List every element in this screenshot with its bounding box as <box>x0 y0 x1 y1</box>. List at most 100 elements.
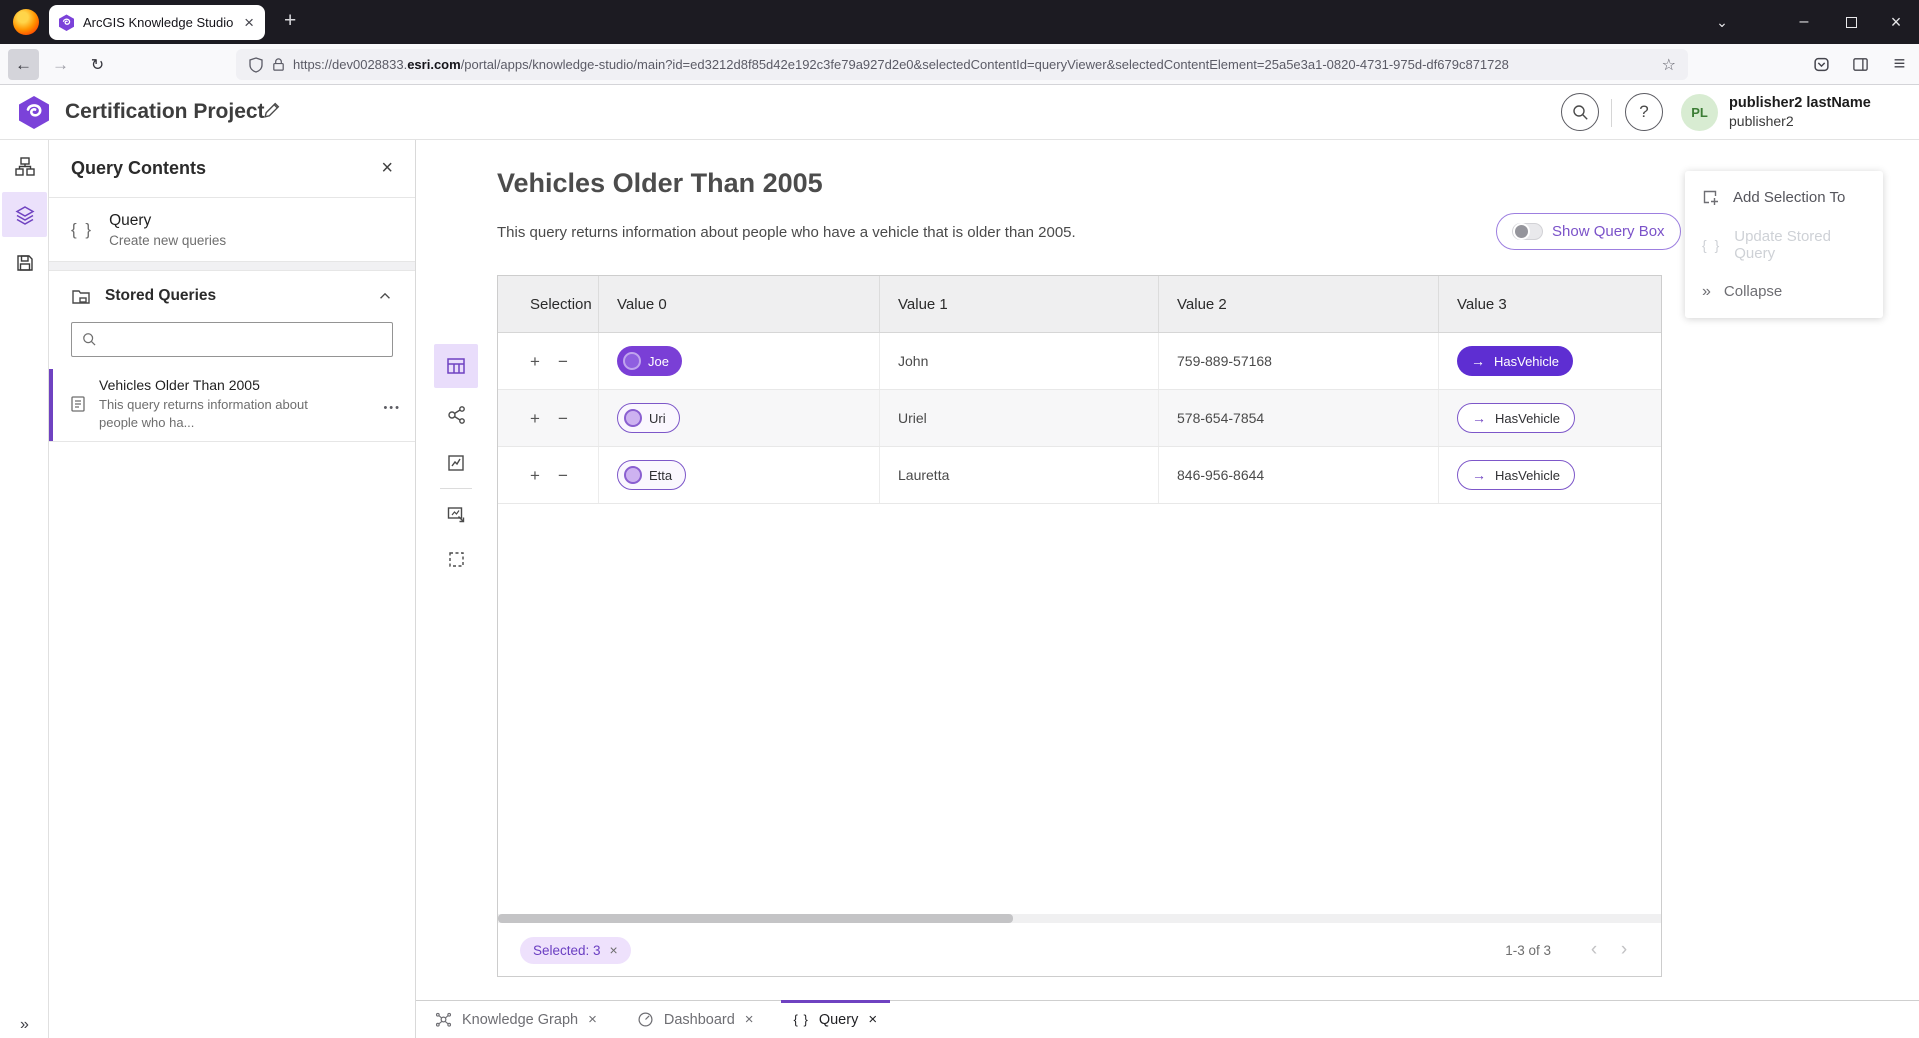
table-header-row: Selection Value 0 Value 1 Value 2 Value … <box>498 276 1661 333</box>
menu-item-collapse[interactable]: » Collapse <box>1685 268 1883 315</box>
tab-dashboard[interactable]: Dashboard × <box>624 1001 767 1038</box>
url-field[interactable]: https://dev0028833.esri.com/portal/apps/… <box>236 49 1688 80</box>
project-title: Certification Project <box>65 100 265 124</box>
window-close-button[interactable]: × <box>1873 0 1919 44</box>
panel-close-icon[interactable]: × <box>381 157 393 180</box>
pocket-icon[interactable] <box>1806 49 1837 80</box>
tab-knowledge-graph[interactable]: Knowledge Graph × <box>422 1001 610 1038</box>
link-chart-view-icon <box>446 405 466 425</box>
page-description: This query returns information about peo… <box>497 224 1076 241</box>
map-view-icon <box>446 504 466 524</box>
tab-query[interactable]: { } Query × <box>781 1001 891 1038</box>
firefox-logo-icon <box>13 9 39 35</box>
minimize-button[interactable]: – <box>1781 0 1827 44</box>
help-button[interactable]: ? <box>1625 93 1663 131</box>
table-footer: Selected: 3 × 1-3 of 3 ‹ › <box>498 924 1661 976</box>
browser-tab[interactable]: ArcGIS Knowledge Studio × <box>49 5 265 40</box>
new-tab-button[interactable]: + <box>284 10 296 32</box>
item-options-icon[interactable]: ••• <box>383 402 401 414</box>
dashboard-gauge-icon <box>637 1011 654 1028</box>
tab-close-icon[interactable]: × <box>242 14 256 31</box>
results-table: Selection Value 0 Value 1 Value 2 Value … <box>497 275 1662 977</box>
relationship-chip[interactable]: → HasVehicle <box>1457 346 1573 376</box>
pagination-range: 1-3 of 3 <box>1505 943 1551 958</box>
cell-value: Uriel <box>898 410 927 426</box>
search-button[interactable] <box>1561 93 1599 131</box>
relationship-arrow-icon: → <box>1472 467 1486 483</box>
search-input[interactable] <box>105 332 382 348</box>
browser-menu-icon[interactable]: ≡ <box>1884 49 1915 80</box>
browser-urlbar: ← → ↻ https://dev0028833.esri.com/portal… <box>0 44 1919 85</box>
query-actions-menu: Add Selection To { } Update Stored Query… <box>1685 171 1883 318</box>
entity-chip[interactable]: Etta <box>617 460 686 490</box>
add-to-selection-button[interactable]: + <box>530 467 540 484</box>
next-page-icon[interactable]: › <box>1609 939 1639 961</box>
remove-from-selection-button[interactable]: − <box>558 410 568 427</box>
new-query-item[interactable]: { } Query Create new queries <box>49 198 415 262</box>
close-tab-icon[interactable]: × <box>588 1011 597 1028</box>
cell-value: Lauretta <box>898 467 949 483</box>
link-chart-view-button[interactable] <box>434 393 478 437</box>
sidebar-item-data-model[interactable] <box>2 143 47 188</box>
table-row: + − Joe John 759-889-57168 → HasVehicle <box>498 333 1661 390</box>
table-view-button[interactable] <box>434 344 478 388</box>
close-tab-icon[interactable]: × <box>745 1011 754 1028</box>
show-query-box-toggle[interactable]: Show Query Box <box>1496 213 1681 250</box>
bookmark-star-icon[interactable]: ☆ <box>1662 55 1676 75</box>
menu-item-add-selection-to[interactable]: Add Selection To <box>1685 174 1883 221</box>
stored-queries-title: Stored Queries <box>105 287 377 305</box>
clear-selection-icon[interactable]: × <box>610 942 618 958</box>
entity-chip[interactable]: Joe <box>617 346 682 376</box>
entity-dot-icon <box>624 466 642 484</box>
maximize-button[interactable] <box>1828 0 1874 44</box>
relationship-chip[interactable]: → HasVehicle <box>1457 460 1575 490</box>
search-icon <box>1572 104 1589 121</box>
add-to-selection-button[interactable]: + <box>530 410 540 427</box>
previous-page-icon[interactable]: ‹ <box>1579 939 1609 961</box>
avatar[interactable]: PL <box>1681 94 1718 131</box>
add-to-selection-button[interactable]: + <box>530 353 540 370</box>
shield-icon <box>248 57 264 73</box>
show-query-box-label: Show Query Box <box>1552 223 1665 240</box>
pagination: 1-3 of 3 ‹ › <box>1505 939 1639 961</box>
toggle-track[interactable] <box>1512 223 1543 240</box>
query-item-title: Query <box>109 212 226 230</box>
remove-from-selection-button[interactable]: − <box>558 353 568 370</box>
search-icon <box>82 332 97 347</box>
stored-query-doc-icon <box>69 395 87 413</box>
forward-button[interactable]: → <box>45 49 76 80</box>
column-header-value3: Value 3 <box>1438 276 1661 332</box>
scrollbar-thumb[interactable] <box>498 914 1013 923</box>
entity-chip[interactable]: Uri <box>617 403 680 433</box>
selection-tool-button[interactable] <box>434 537 478 581</box>
table-row: + − Uri Uriel 578-654-7854 → HasVehicle <box>498 390 1661 447</box>
app-header: Certification Project ? PL publisher2 la… <box>0 85 1919 140</box>
sidebar-item-contents[interactable] <box>2 192 47 237</box>
knowledge-graph-icon <box>435 1011 452 1028</box>
page-title: Vehicles Older Than 2005 <box>497 168 823 199</box>
back-button[interactable]: ← <box>8 49 39 80</box>
stored-query-item[interactable]: Vehicles Older Than 2005 This query retu… <box>49 369 415 442</box>
braces-icon: { } <box>1702 237 1721 253</box>
edit-title-button[interactable] <box>262 101 281 120</box>
stored-queries-header[interactable]: Stored Queries <box>49 271 415 320</box>
panel-title: Query Contents <box>71 158 381 179</box>
remove-from-selection-button[interactable]: − <box>558 467 568 484</box>
cell-value: 759-889-57168 <box>1177 353 1272 369</box>
map-view-button[interactable] <box>434 492 478 536</box>
expand-rail-button[interactable]: » <box>0 1016 49 1034</box>
stored-queries-search[interactable] <box>71 322 393 357</box>
selected-count-chip: Selected: 3 × <box>520 937 631 964</box>
relationship-arrow-icon: → <box>1471 353 1485 369</box>
relationship-chip[interactable]: → HasVehicle <box>1457 403 1575 433</box>
chevron-up-icon[interactable] <box>377 288 393 304</box>
close-tab-icon[interactable]: × <box>868 1011 877 1028</box>
chart-view-button[interactable] <box>434 441 478 485</box>
bottom-tab-bar: Knowledge Graph × Dashboard × { } Query … <box>416 1000 1919 1038</box>
stored-query-title: Vehicles Older Than 2005 <box>99 377 308 393</box>
sidebar-toggle-icon[interactable] <box>1845 49 1876 80</box>
sidebar-item-save[interactable] <box>2 240 47 285</box>
reload-button[interactable]: ↻ <box>82 49 113 80</box>
list-tabs-icon[interactable]: ⌄ <box>1699 0 1745 44</box>
collapse-chevrons-icon: » <box>1702 283 1711 301</box>
